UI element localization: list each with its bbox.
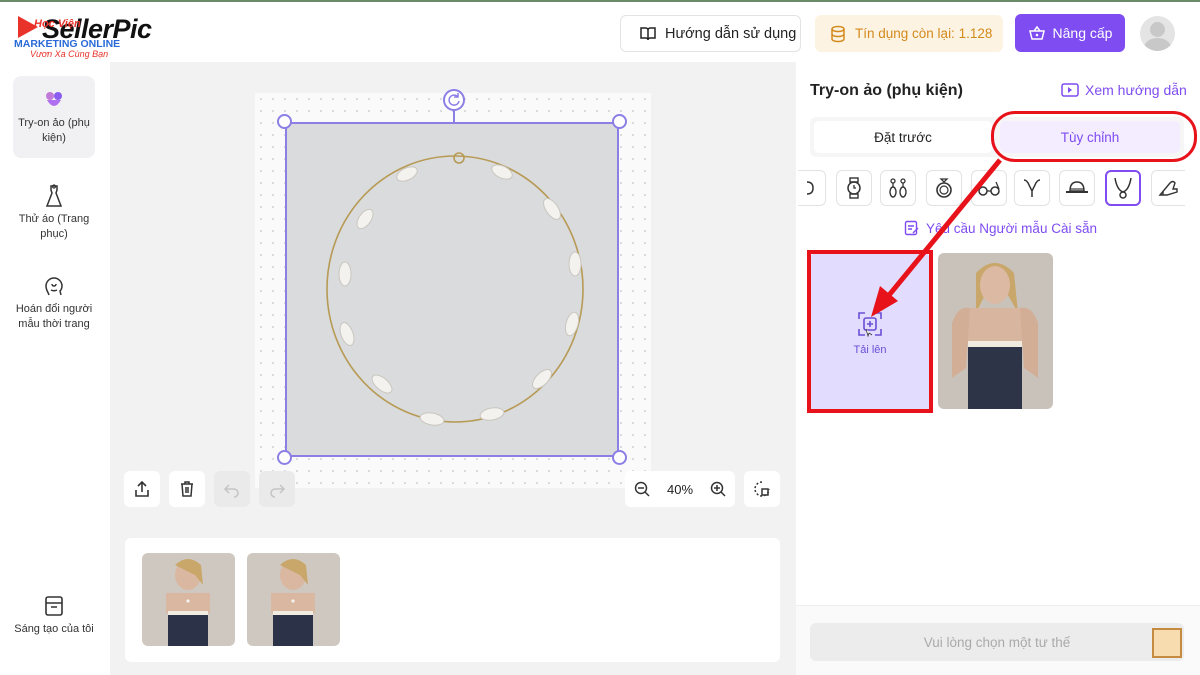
request-preset-model-label: Yêu cầu Người mẫu Cài sẵn	[926, 220, 1097, 236]
drop-earring-icon	[889, 178, 907, 198]
category-ring[interactable]	[926, 170, 962, 206]
redo-button[interactable]	[259, 471, 295, 507]
upgrade-button[interactable]: Nâng cấp	[1015, 14, 1125, 52]
category-earring[interactable]	[798, 170, 826, 206]
resize-handle-top-right[interactable]	[612, 114, 627, 129]
rotate-handle[interactable]	[443, 89, 465, 111]
zoom-control: 40%	[625, 471, 735, 507]
resize-handle-bottom-right[interactable]	[612, 450, 627, 465]
heel-icon	[1158, 180, 1178, 196]
accessory-icon	[46, 92, 62, 106]
logo[interactable]: SellerPic Học Viện MARKETING ONLINE Vươn…	[14, 14, 174, 60]
undo-button[interactable]	[214, 471, 250, 507]
collar-icon	[1023, 179, 1041, 197]
necklace-image[interactable]	[285, 122, 619, 457]
book-icon	[640, 26, 656, 40]
category-hat[interactable]	[1059, 170, 1095, 206]
face-swap-icon	[45, 277, 63, 296]
request-edit-icon	[904, 220, 919, 236]
fit-screen-button[interactable]	[744, 471, 780, 507]
sidebar-item-label: Try-on ảo (phụ kiện)	[18, 117, 90, 144]
user-guide-label: Hướng dẫn sử dụng	[665, 25, 797, 42]
credit-label: Tín dụng còn lại: 1.128	[855, 26, 993, 41]
pose-placeholder: Vui lòng chọn một tư thế	[923, 634, 1071, 650]
sidebar-item-model-swap[interactable]: Hoán đổi người mẫu thời trang	[13, 262, 95, 354]
necklace-icon	[1114, 177, 1132, 199]
undo-icon	[223, 484, 239, 498]
panel-title: Try-on ảo (phụ kiện)	[810, 82, 963, 99]
watermark-top: Học Viện	[34, 18, 81, 30]
top-bar: SellerPic Học Viện MARKETING ONLINE Vươn…	[0, 0, 1200, 62]
sidebar-item-my-creations[interactable]: Sáng tạo của tôi	[13, 582, 95, 654]
model-tile[interactable]	[938, 253, 1053, 409]
archive-icon	[45, 596, 63, 616]
sidebar-item-clothes-tryon[interactable]: Thử áo (Trang phục)	[13, 172, 95, 246]
category-watch[interactable]	[836, 170, 872, 206]
earring-icon	[806, 181, 814, 195]
watch-icon	[847, 177, 861, 199]
zoom-level: 40%	[666, 481, 694, 497]
category-collar[interactable]	[1014, 170, 1050, 206]
credit-badge: Tín dụng còn lại: 1.128	[815, 15, 1003, 52]
zoom-in-icon[interactable]	[709, 480, 727, 498]
upgrade-label: Nâng cấp	[1052, 25, 1113, 41]
user-avatar[interactable]	[1140, 16, 1175, 51]
sidebar-item-label: Sáng tạo của tôi	[14, 623, 94, 635]
category-heel[interactable]	[1151, 170, 1185, 206]
hat-icon	[1066, 181, 1088, 193]
annotation-box-upload	[807, 250, 933, 413]
history-thumbnail[interactable]	[247, 553, 340, 646]
tab-preset[interactable]: Đặt trước	[814, 121, 992, 153]
delete-button[interactable]	[169, 471, 205, 507]
ring-icon	[936, 178, 952, 198]
request-preset-model-link[interactable]: Yêu cầu Người mẫu Cài sẵn	[904, 220, 1097, 236]
rotate-icon	[448, 93, 460, 106]
zoom-out-icon[interactable]	[633, 480, 651, 498]
resize-handle-top-left[interactable]	[277, 114, 292, 129]
share-icon	[135, 480, 149, 497]
category-glasses[interactable]	[971, 170, 1007, 206]
category-necklace[interactable]	[1105, 170, 1141, 206]
category-drop-earring[interactable]	[880, 170, 916, 206]
export-button[interactable]	[124, 471, 160, 507]
watermark-slogan: Vươn Xa Cùng Bạn	[30, 49, 109, 59]
fit-screen-icon	[754, 481, 770, 497]
crown-basket-icon	[1028, 25, 1045, 40]
model-photo	[247, 553, 340, 646]
model-photo	[142, 553, 235, 646]
history-thumbnail[interactable]	[142, 553, 235, 646]
canvas-area: 40%	[110, 62, 796, 675]
video-guide-icon	[1061, 83, 1079, 97]
sidebar-item-accessory-tryon[interactable]: Try-on ảo (phụ kiện)	[13, 76, 95, 158]
dress-icon	[45, 184, 63, 207]
glasses-icon	[978, 181, 1000, 196]
view-guide-link[interactable]: Xem hướng dẫn	[1061, 82, 1187, 98]
pose-bar: Vui lòng chọn một tư thế	[796, 605, 1200, 675]
sidebar-item-label: Thử áo (Trang phục)	[18, 213, 90, 240]
select-pose-button[interactable]: Vui lòng chọn một tư thế	[810, 623, 1184, 661]
coins-icon	[831, 25, 845, 42]
pose-thumbnail-icon[interactable]	[1152, 628, 1182, 658]
user-guide-button[interactable]: Hướng dẫn sử dụng	[620, 15, 801, 52]
resize-handle-bottom-left[interactable]	[277, 450, 292, 465]
view-guide-label: Xem hướng dẫn	[1085, 82, 1187, 98]
left-sidebar: Try-on ảo (phụ kiện) Thử áo (Trang phục)…	[0, 62, 110, 675]
history-strip	[125, 538, 780, 662]
sidebar-item-label: Hoán đổi người mẫu thời trang	[15, 303, 93, 330]
annotation-pill-custom-tab	[991, 111, 1197, 162]
redo-icon	[270, 484, 286, 498]
necklace-drawing	[287, 124, 617, 455]
model-photo	[938, 253, 1053, 409]
trash-icon	[181, 481, 193, 497]
